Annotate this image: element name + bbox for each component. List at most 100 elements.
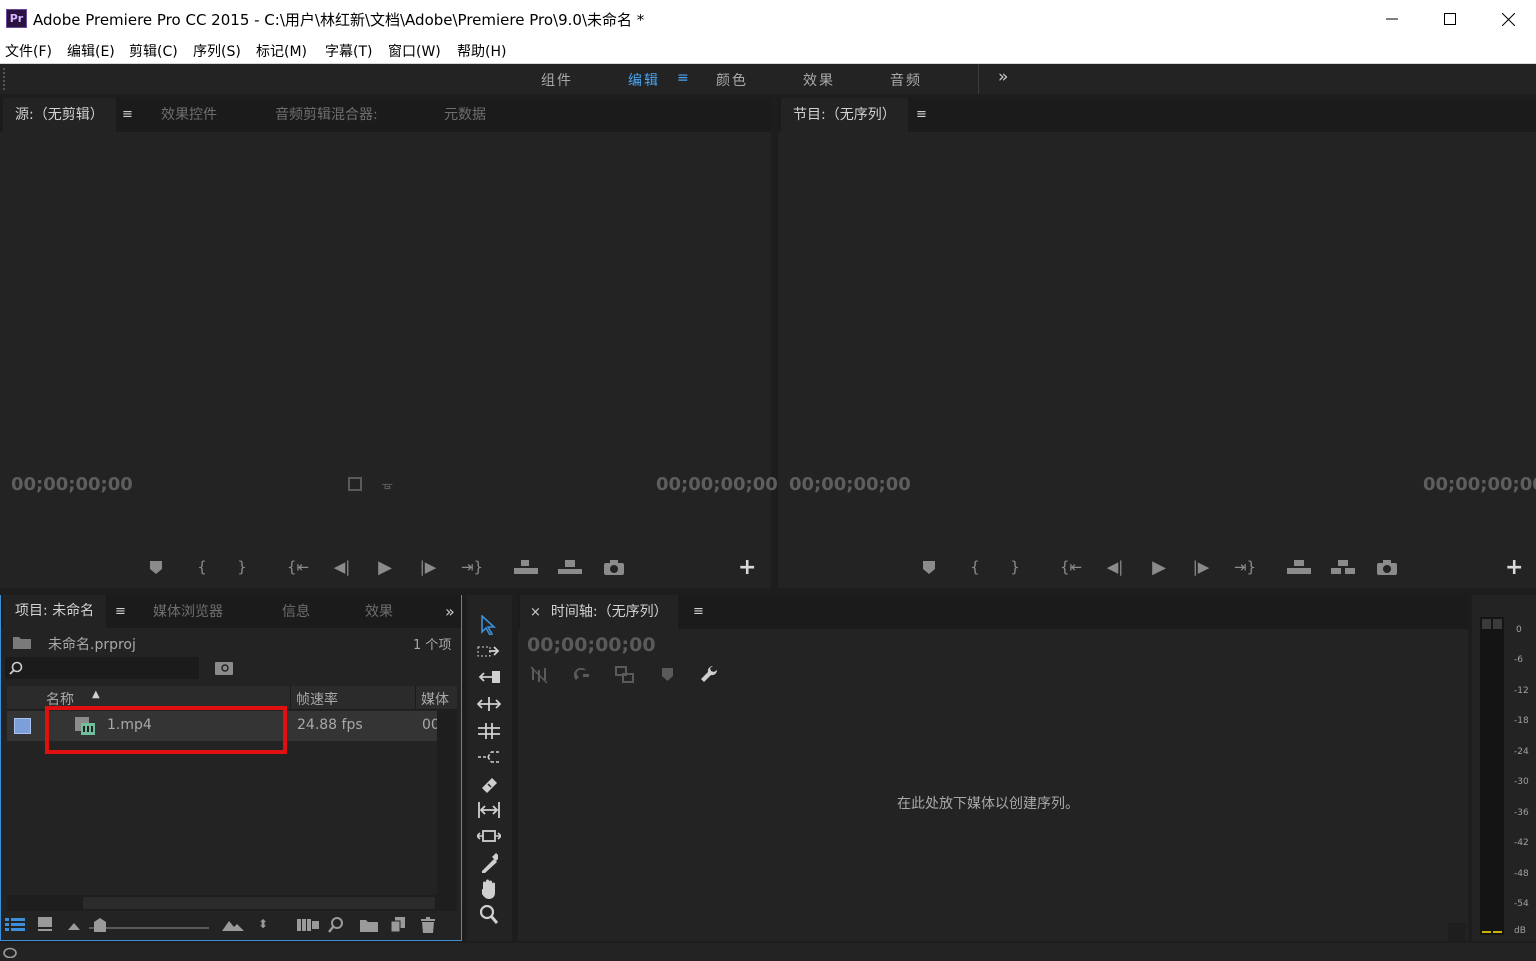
hand-icon[interactable] xyxy=(479,879,499,899)
tab-timeline[interactable]: × 时间轴:（无序列） xyxy=(520,595,678,629)
razor-tool-icon[interactable] xyxy=(477,749,501,765)
workspace-tab-editing[interactable]: 编辑 xyxy=(628,70,660,90)
tab-media-browser[interactable]: 媒体浏览器 xyxy=(153,595,223,629)
go-to-out-icon[interactable]: ⇥} xyxy=(1233,557,1257,577)
step-back-icon[interactable]: ◀| xyxy=(1103,557,1127,577)
zoom-slider[interactable] xyxy=(89,927,209,929)
panel-menu-icon[interactable]: ≡ xyxy=(122,98,133,132)
clip-indicator-left[interactable] xyxy=(1482,619,1491,629)
maximize-button[interactable] xyxy=(1421,0,1479,38)
clip-indicator-right[interactable] xyxy=(1493,619,1502,629)
program-timecode-current[interactable]: 00;00;00;00 xyxy=(789,474,911,495)
pen-tool-icon[interactable] xyxy=(477,828,501,844)
ripple-edit-tool-icon[interactable] xyxy=(477,670,501,684)
zoom-out-icon[interactable] xyxy=(68,920,80,930)
workspace-tab-effects[interactable]: 效果 xyxy=(803,70,835,90)
panel-overflow-icon[interactable]: » xyxy=(445,595,455,629)
snap-icon[interactable] xyxy=(572,666,590,684)
tab-program[interactable]: 节目:（无序列） xyxy=(781,98,908,132)
new-bin-icon[interactable] xyxy=(360,918,378,932)
play-icon[interactable]: ▶ xyxy=(373,557,397,578)
new-item-icon[interactable] xyxy=(391,917,405,932)
insert-icon[interactable] xyxy=(514,557,538,577)
menu-marker[interactable]: 标记(M) xyxy=(256,41,307,61)
drag-video-icon[interactable] xyxy=(343,474,367,494)
scrollbar-thumb[interactable] xyxy=(83,897,435,909)
source-timecode-current[interactable]: 00;00;00;00 xyxy=(11,474,133,495)
go-to-in-icon[interactable]: {⇤ xyxy=(286,557,310,577)
list-view-icon[interactable] xyxy=(5,917,25,931)
menu-sequence[interactable]: 序列(S) xyxy=(193,41,241,61)
zoom-tool-icon[interactable] xyxy=(480,905,498,925)
export-frame-icon[interactable] xyxy=(602,557,626,577)
menu-help[interactable]: 帮助(H) xyxy=(457,41,506,61)
tab-metadata[interactable]: 元数据 xyxy=(444,98,486,132)
zoom-in-icon[interactable] xyxy=(222,919,244,931)
slip-tool-icon[interactable] xyxy=(479,775,499,795)
column-frame-rate[interactable]: 帧速率 xyxy=(296,689,338,709)
panel-menu-icon[interactable]: ≡ xyxy=(115,595,126,629)
horizontal-scrollbar[interactable] xyxy=(7,895,457,911)
mark-out-icon[interactable]: } xyxy=(230,557,254,577)
drag-audio-icon[interactable]: ᚗ xyxy=(375,474,399,494)
export-frame-icon[interactable] xyxy=(1375,557,1399,577)
mark-in-icon[interactable]: { xyxy=(963,557,987,577)
workspace-overflow-button[interactable]: » xyxy=(998,67,1010,87)
extract-icon[interactable] xyxy=(1331,557,1355,577)
menu-window[interactable]: 窗口(W) xyxy=(388,41,441,61)
go-to-in-icon[interactable]: {⇤ xyxy=(1059,557,1083,577)
add-marker-icon[interactable] xyxy=(917,557,941,577)
step-forward-icon[interactable]: |▶ xyxy=(1189,557,1213,577)
workspace-tab-audio[interactable]: 音频 xyxy=(890,70,922,90)
menu-title[interactable]: 字幕(T) xyxy=(325,41,372,61)
overwrite-icon[interactable] xyxy=(558,557,582,577)
slide-tool-icon[interactable] xyxy=(477,802,501,818)
tab-source[interactable]: 源:（无剪辑） xyxy=(3,98,116,132)
menu-file[interactable]: 文件(F) xyxy=(5,41,52,61)
sort-icon[interactable]: ⬍ xyxy=(258,917,268,931)
lift-icon[interactable] xyxy=(1287,557,1311,577)
step-forward-icon[interactable]: |▶ xyxy=(416,557,440,577)
selection-tool-icon[interactable] xyxy=(480,615,498,635)
workspace-menu-icon[interactable]: ≡ xyxy=(677,70,689,86)
rate-stretch-tool-icon[interactable] xyxy=(477,723,501,739)
hand-tool-icon[interactable] xyxy=(480,853,498,873)
panel-menu-icon[interactable]: ≡ xyxy=(916,98,927,132)
tab-effects[interactable]: 效果 xyxy=(365,595,393,629)
close-tab-icon[interactable]: × xyxy=(530,605,541,620)
minimize-button[interactable] xyxy=(1363,0,1421,38)
timeline-timecode[interactable]: 00;00;00;00 xyxy=(527,634,656,656)
button-editor-plus-icon[interactable]: + xyxy=(1505,555,1523,580)
button-editor-plus-icon[interactable]: + xyxy=(738,555,756,580)
mark-out-icon[interactable]: } xyxy=(1003,557,1027,577)
creative-cloud-icon[interactable] xyxy=(3,946,17,958)
track-select-tool-icon[interactable] xyxy=(477,644,501,658)
rolling-edit-tool-icon[interactable] xyxy=(477,697,501,711)
step-back-icon[interactable]: ◀| xyxy=(330,557,354,577)
menu-edit[interactable]: 编辑(E) xyxy=(67,41,115,61)
label-color-swatch[interactable] xyxy=(14,718,31,734)
tab-project[interactable]: 项目: 未命名 xyxy=(3,595,107,628)
icon-view-icon[interactable] xyxy=(38,917,52,931)
close-window-button[interactable] xyxy=(1479,0,1536,38)
play-icon[interactable]: ▶ xyxy=(1147,557,1171,578)
workspace-tab-color[interactable]: 颜色 xyxy=(716,70,748,90)
find-icon[interactable] xyxy=(215,661,233,675)
column-media[interactable]: 媒体 xyxy=(421,689,449,709)
tab-audio-clip-mixer[interactable]: 音频剪辑混合器: xyxy=(275,98,378,132)
timeline-settings-wrench-icon[interactable] xyxy=(700,665,720,685)
panel-menu-icon[interactable]: ≡ xyxy=(693,595,704,629)
menu-clip[interactable]: 剪辑(C) xyxy=(129,41,178,61)
delete-icon[interactable] xyxy=(421,917,435,933)
add-marker-icon[interactable] xyxy=(662,668,673,681)
workspace-tab-assembly[interactable]: 组件 xyxy=(541,70,573,90)
mark-in-icon[interactable]: { xyxy=(190,557,214,577)
zoom-slider-thumb[interactable] xyxy=(94,918,106,932)
tab-effect-controls[interactable]: 效果控件 xyxy=(161,98,217,132)
linked-selection-icon[interactable] xyxy=(615,666,635,684)
nest-toggle-icon[interactable] xyxy=(530,666,548,684)
search-input[interactable] xyxy=(5,657,199,679)
go-to-out-icon[interactable]: ⇥} xyxy=(460,557,484,577)
vertical-scrollbar[interactable] xyxy=(437,711,457,895)
add-marker-icon[interactable] xyxy=(144,557,168,577)
